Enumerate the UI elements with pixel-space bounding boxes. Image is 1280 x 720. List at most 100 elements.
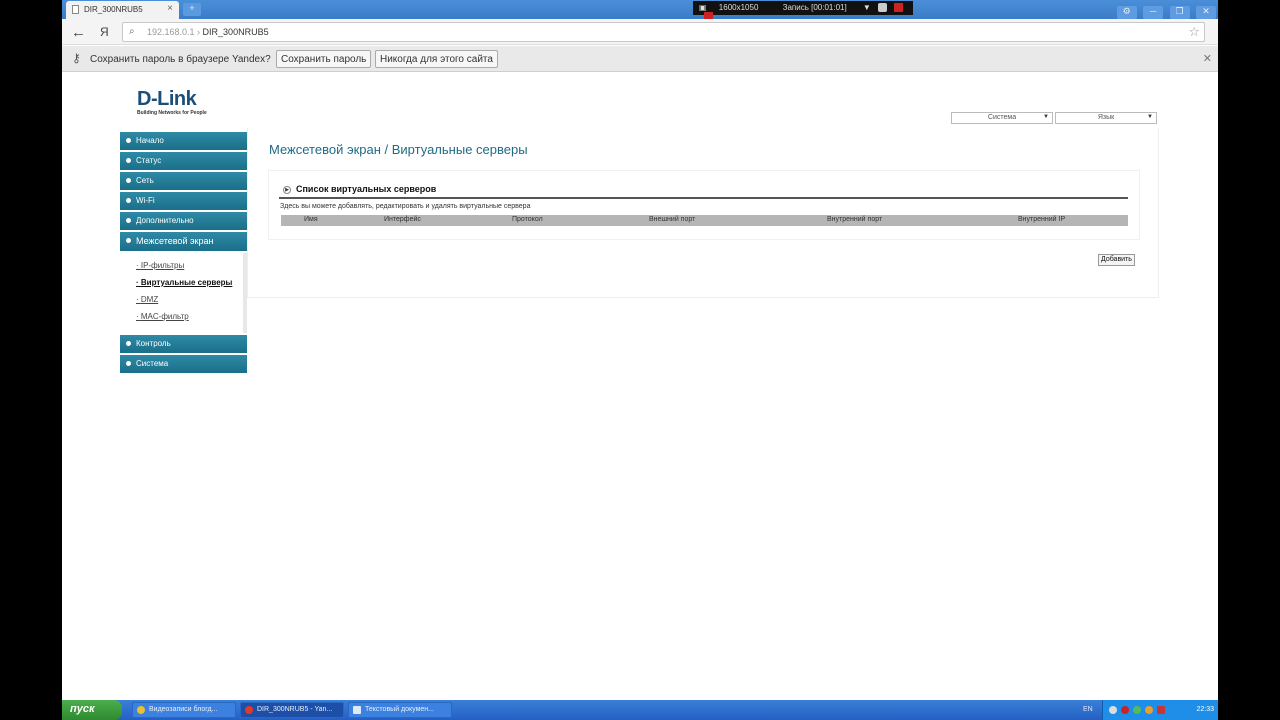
column-protocol: Протокол <box>512 216 543 223</box>
taskbar-item[interactable]: Текстовый докумен... <box>348 702 452 718</box>
taskbar-item[interactable]: DIR_300NRUB5 - Yan... <box>240 702 344 718</box>
yandex-browser-icon <box>245 706 253 714</box>
close-icon[interactable]: ✕ <box>1203 52 1212 65</box>
bullet-icon <box>126 218 131 223</box>
window-controls: ⚙ ─ ❐ ✕ <box>1115 1 1216 19</box>
camera-icon[interactable] <box>878 3 888 12</box>
panel-title: Список виртуальных серверов <box>296 184 437 194</box>
language-indicator[interactable]: EN <box>1083 706 1093 713</box>
maximize-icon[interactable]: ❐ <box>1169 6 1190 19</box>
tab-close-icon[interactable]: × <box>167 3 173 14</box>
sidebar-item-label: Начало <box>136 136 164 145</box>
new-tab-button[interactable]: + <box>183 3 201 16</box>
sidebar-item-control[interactable]: Контроль <box>120 335 247 353</box>
clock: 22:33 <box>1196 706 1214 713</box>
panel-divider <box>279 197 1128 199</box>
taskbar-item-label: Видеозаписи блогд... <box>149 706 218 713</box>
dlink-logo: D-Link Building Networks for People <box>137 88 207 116</box>
document-icon <box>72 5 79 14</box>
sidebar-item-network[interactable]: Сеть <box>120 172 247 190</box>
submenu-label: DMZ <box>140 295 159 304</box>
browser-tab-bar: DIR_300NRUB5 × + ▣ 1600x1050 Запись [00:… <box>62 0 1218 21</box>
url-host: 192.168.0.1 <box>147 27 195 37</box>
never-save-button[interactable]: Никогда для этого сайта <box>375 50 498 68</box>
recorder-status: Запись [00:01:01] <box>782 3 847 12</box>
table-header: Имя Интерфейс Протокол Внешний порт Внут… <box>281 215 1128 226</box>
panel-header[interactable]: ▶ Список виртуальных серверов <box>283 184 436 194</box>
submenu-ip-filters[interactable]: · IP-фильтры <box>136 261 243 278</box>
bookmark-star-icon[interactable]: ☆ <box>1188 24 1200 40</box>
url-separator: › <box>194 27 203 37</box>
column-internal-port: Внутренний порт <box>827 216 883 223</box>
close-window-icon[interactable]: ✕ <box>1196 6 1216 19</box>
address-bar-row: ← Я ⌕ 192.168.0.1 › DIR_300NRUB5 ☆ <box>62 19 1218 45</box>
save-password-button[interactable]: Сохранить пароль <box>276 50 372 68</box>
sidebar-item-label: Wi-Fi <box>136 196 155 205</box>
page-title: Межсетевой экран / Виртуальные серверы <box>269 142 528 157</box>
sidebar-item-label: Статус <box>136 156 162 165</box>
sidebar-menu: Начало Статус Сеть Wi-Fi Дополнительно М… <box>120 132 247 375</box>
system-select[interactable]: Система ▼ <box>951 112 1053 124</box>
chevron-down-icon: ▼ <box>1147 114 1153 120</box>
submenu-virtual-servers[interactable]: · Виртуальные серверы <box>136 278 243 295</box>
sidebar-item-start[interactable]: Начало <box>120 132 247 150</box>
chevron-down-icon: ▼ <box>1043 114 1049 120</box>
column-name: Имя <box>304 216 318 223</box>
browser-icon <box>137 706 145 714</box>
submenu-label: Виртуальные серверы <box>140 278 233 287</box>
yandex-icon[interactable]: Я <box>100 25 109 39</box>
recorder-resolution: 1600x1050 <box>718 3 759 12</box>
bullet-icon <box>126 341 131 346</box>
column-external-port: Внешний порт <box>649 216 696 223</box>
browser-tab[interactable]: DIR_300NRUB5 × <box>66 1 179 19</box>
add-button[interactable]: Добавить <box>1098 254 1135 266</box>
submenu-mac-filter[interactable]: · MAC-фильтр <box>136 312 243 329</box>
sidebar-item-firewall[interactable]: Межсетевой экран <box>120 232 247 251</box>
url-page: DIR_300NRUB5 <box>202 27 269 37</box>
bullet-icon <box>126 361 131 366</box>
sidebar-item-label: Контроль <box>136 339 171 348</box>
bullet-icon <box>126 178 131 183</box>
submenu-label: MAC-фильтр <box>140 312 189 321</box>
monitor-icon: ▣ <box>699 3 707 12</box>
column-internal-ip: Внутренний IP <box>1018 216 1066 223</box>
taskbar-item-label: Текстовый докумен... <box>365 706 434 713</box>
pause-icon[interactable] <box>894 3 904 12</box>
network-icon[interactable] <box>1109 706 1117 714</box>
url-field[interactable]: ⌕ 192.168.0.1 › DIR_300NRUB5 ☆ <box>122 22 1205 42</box>
sidebar-item-wifi[interactable]: Wi-Fi <box>120 192 247 210</box>
firewall-submenu: · IP-фильтры · Виртуальные серверы · DMZ… <box>120 253 247 333</box>
save-password-bar: ⚷ Сохранить пароль в браузере Yandex? Со… <box>62 46 1218 72</box>
submenu-dmz[interactable]: · DMZ <box>136 295 243 312</box>
bullet-icon <box>126 138 131 143</box>
logo-tagline: Building Networks for People <box>137 110 207 116</box>
sidebar-item-system[interactable]: Система <box>120 355 247 373</box>
record-icon[interactable] <box>1121 706 1129 714</box>
tray-app-icon[interactable] <box>1145 706 1153 714</box>
security-icon[interactable] <box>1133 706 1141 714</box>
dropdown-icon[interactable]: ▼ <box>863 3 871 12</box>
start-button[interactable]: пуск <box>62 700 122 720</box>
back-arrow-icon[interactable]: ← <box>71 24 86 41</box>
sidebar-item-label: Система <box>136 359 169 368</box>
column-interface: Интерфейс <box>384 216 421 223</box>
screen-recorder-bar: ▣ 1600x1050 Запись [00:01:01] ▼ <box>693 1 913 21</box>
system-select-label: Система <box>987 114 1017 121</box>
language-select[interactable]: Язык ▼ <box>1055 112 1157 124</box>
sidebar-item-label: Дополнительно <box>136 216 194 225</box>
taskbar: пуск Видеозаписи блогд... DIR_300NRUB5 -… <box>62 700 1218 720</box>
sidebar-item-label: Сеть <box>136 176 154 185</box>
bullet-icon <box>126 198 131 203</box>
sidebar-item-status[interactable]: Статус <box>120 152 247 170</box>
save-password-prompt: Сохранить пароль в браузере Yandex? <box>90 54 271 65</box>
collapse-arrow-icon: ▶ <box>283 185 291 194</box>
tray-app-icon[interactable] <box>1157 706 1165 714</box>
settings-icon[interactable]: ⚙ <box>1116 6 1137 19</box>
tab-title: DIR_300NRUB5 <box>84 5 143 14</box>
sidebar-item-advanced[interactable]: Дополнительно <box>120 212 247 230</box>
minimize-icon[interactable]: ─ <box>1143 6 1164 19</box>
router-page: D-Link Building Networks for People Сист… <box>62 72 1218 700</box>
key-icon: ⚷ <box>72 51 81 65</box>
taskbar-item[interactable]: Видеозаписи блогд... <box>132 702 236 718</box>
bullet-icon <box>126 158 131 163</box>
